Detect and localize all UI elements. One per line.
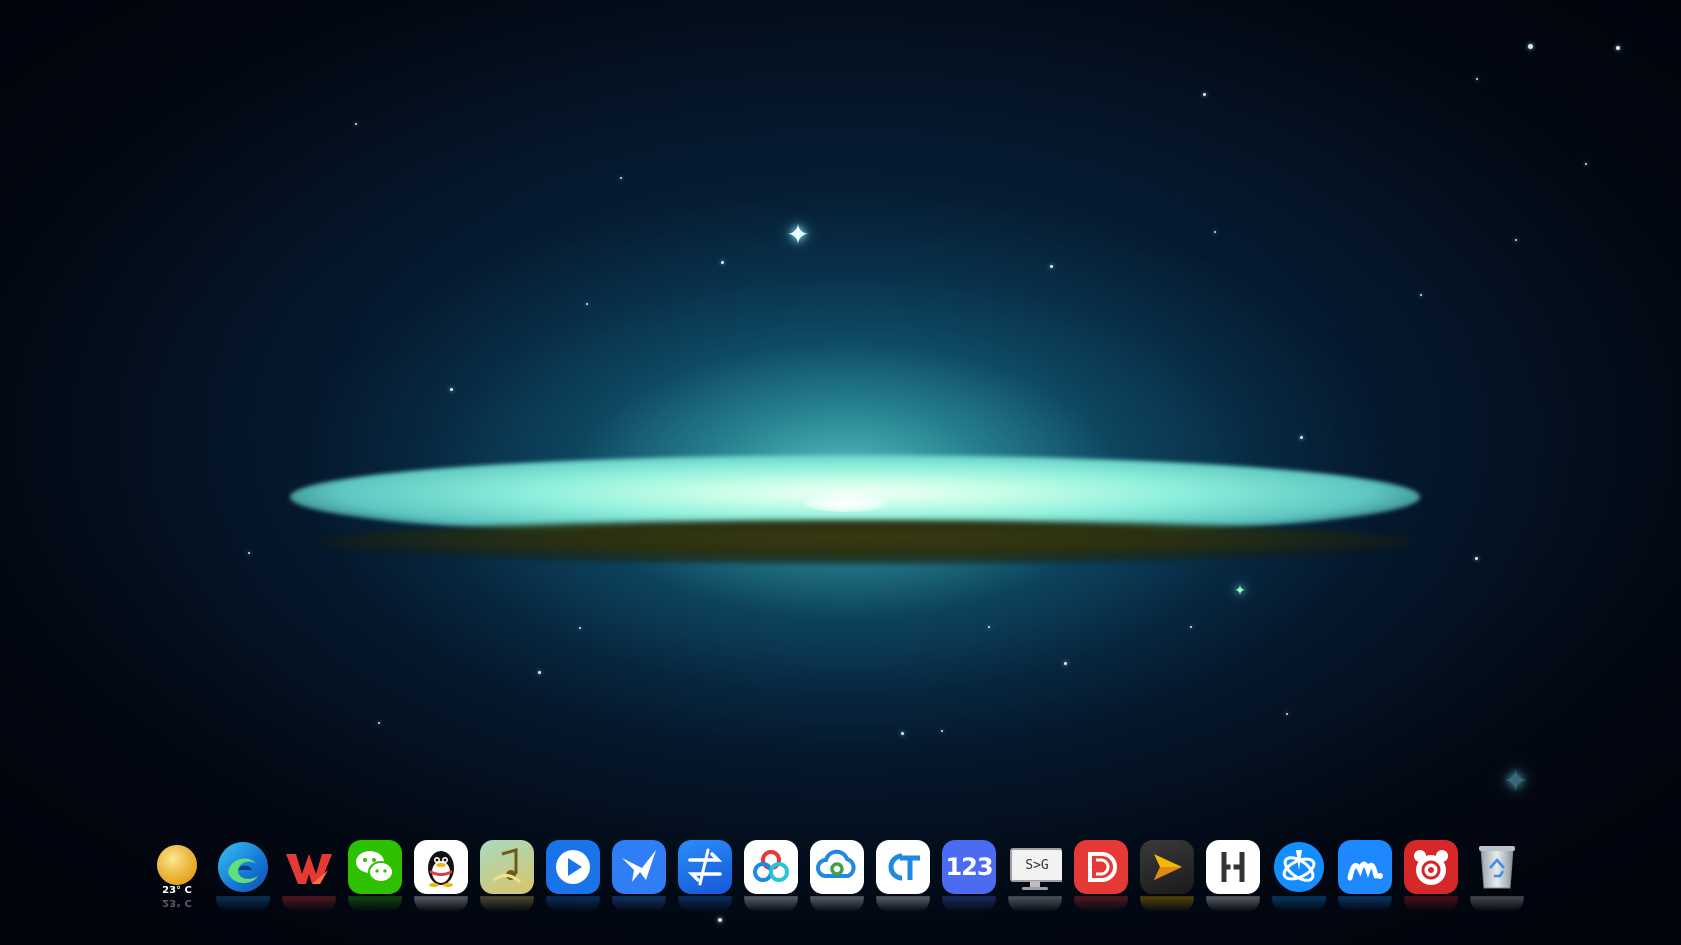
recycle-bin-icon [1470,840,1524,894]
wallpaper-star [1286,713,1288,715]
icon-reflection [612,896,666,912]
123-icon: 123 [942,840,996,894]
weather-temperature-reflection: 23° C [162,897,192,908]
wallpaper-star [1528,44,1533,49]
wallpaper-star [721,261,724,264]
dock-item-cloud-drive[interactable] [810,840,866,912]
m-logo-icon [1338,840,1392,894]
wallpaper-star [1476,78,1478,80]
wallpaper-green-star: ✦ [1234,582,1246,598]
123-label: 123 [945,853,993,881]
wallpaper-star [355,123,357,125]
icon-reflection [1206,896,1260,912]
dock-item-video-player[interactable] [546,840,602,912]
wallpaper-star [1420,294,1422,296]
dock-item-battlenet[interactable] [1272,840,1328,912]
wallpaper-star [1214,231,1216,233]
dock-item-baidu-netdisk[interactable] [744,840,800,912]
icon-reflection [282,896,336,912]
cloud-icon [810,840,864,894]
icon-reflection [1074,896,1128,912]
wallpaper-star [1475,557,1478,560]
dock-item-file-transfer[interactable] [678,840,734,912]
dock-item-bear-app[interactable] [1404,840,1460,912]
dock-item-wechat[interactable] [348,840,404,912]
wallpaper-star [586,303,588,305]
potplayer-icon [1140,840,1194,894]
icon-reflection [1008,896,1062,912]
wps-office-icon [282,840,336,894]
wallpaper-star [1190,626,1192,628]
ct-logo-icon [876,840,930,894]
monitor-label: S>G [1025,857,1049,873]
play-circle-icon [546,840,600,894]
wallpaper-bright-star: ✦ [786,219,810,250]
icon-reflection [1470,896,1524,912]
wallpaper-star [620,177,622,179]
dock-item-edge[interactable] [216,840,272,912]
wallpaper-star [1300,436,1303,439]
dock-item-potplayer[interactable] [1140,840,1196,912]
wechat-icon [348,840,402,894]
dock-item-music-player[interactable] [480,840,536,912]
dock-item-ct-app[interactable] [876,840,932,912]
dock-item-qq[interactable] [414,840,470,912]
icon-reflection [1338,896,1392,912]
wallpaper-star [450,388,453,391]
icon-reflection [348,896,402,912]
icon-reflection [744,896,798,912]
icon-reflection [876,896,930,912]
icon-reflection [414,896,468,912]
wallpaper-star [1064,662,1067,665]
transfer-arrows-icon [678,840,732,894]
icon-reflection [480,896,534,912]
wallpaper-star [1203,93,1206,96]
wallpaper-star [378,722,380,724]
wallpaper-star [901,732,904,735]
edge-browser-icon [216,840,270,894]
icon-reflection [942,896,996,912]
icon-reflection [810,896,864,912]
dock-item-remote-desktop[interactable]: S>G [1008,840,1064,912]
dock-item-h-app[interactable] [1206,840,1262,912]
wallpaper-dust-lane [320,520,1410,564]
wallpaper-star [1585,163,1587,165]
qq-penguin-icon [414,840,468,894]
bear-face-icon [1404,840,1458,894]
wallpaper-star [1515,239,1517,241]
music-note-icon [480,840,534,894]
dock-item-weather[interactable]: 23° C 23° C [150,840,206,910]
dock-item-m-app[interactable] [1338,840,1394,912]
wallpaper-star [248,552,250,554]
wallpaper-star [579,627,581,629]
wallpaper-star [538,671,541,674]
red-d-icon [1074,840,1128,894]
icon-reflection [546,896,600,912]
icon-reflection [1272,896,1326,912]
icon-reflection [216,896,270,912]
h-logo-icon [1206,840,1260,894]
dock-item-wps[interactable] [282,840,338,912]
dock-item-123-pan[interactable]: 123 [942,840,998,912]
wallpaper-faint-star: ✦ [1503,765,1529,798]
wallpaper-star [1050,265,1053,268]
icon-reflection [678,896,732,912]
dock: 23° C 23° C 123 S>G [150,840,1526,912]
icon-reflection [1140,896,1194,912]
desktop[interactable]: ✦ ✦ ✦ 23° C 23° C 123 S>G [0,0,1681,945]
weather-temperature: 23° C [162,885,192,896]
wallpaper-star [718,918,722,922]
wallpaper-star [988,626,990,628]
wallpaper-star [1616,46,1620,50]
baidu-netdisk-icon [744,840,798,894]
paper-plane-bird-icon [612,840,666,894]
icon-reflection [1404,896,1458,912]
wallpaper-star [941,730,943,732]
dock-item-red-app[interactable] [1074,840,1130,912]
dock-item-recycle-bin[interactable] [1470,840,1526,912]
battlenet-icon [1272,840,1326,894]
monitor-icon: S>G [1008,840,1062,894]
dock-item-feishu-transfer[interactable] [612,840,668,912]
wallpaper-galaxy-core [805,494,887,512]
